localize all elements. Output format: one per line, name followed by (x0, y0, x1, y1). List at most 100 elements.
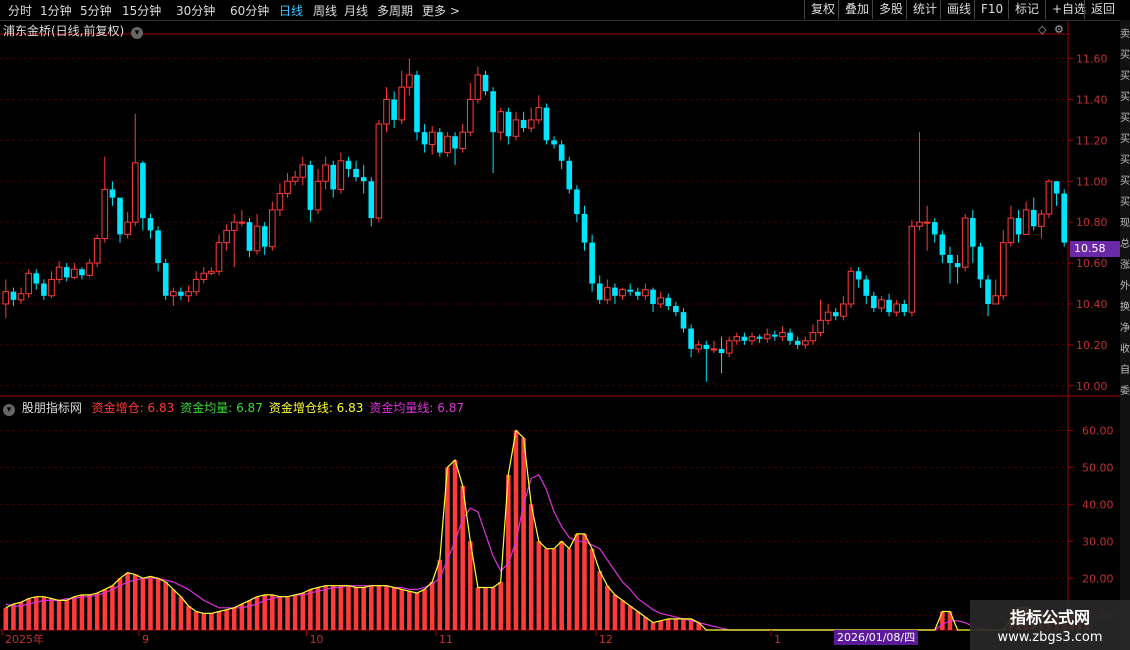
candle-body (871, 295, 877, 309)
fund-bar (216, 611, 222, 630)
indicator-tick-label: 60.00 (1082, 424, 1114, 437)
candle-body (551, 140, 557, 145)
period-tab-2[interactable]: 5分钟 (80, 2, 112, 19)
price-tick-label: 10.80 (1076, 216, 1108, 229)
fund-bar (353, 587, 359, 630)
toolbar-button-5[interactable]: F10 (974, 0, 1009, 19)
indicator-dropdown-icon[interactable]: ▾ (3, 404, 15, 416)
candle-body (916, 221, 923, 227)
period-tab-4[interactable]: 30分钟 (176, 2, 215, 19)
candle-body (650, 289, 656, 304)
candle-body (520, 119, 527, 129)
candle-body (992, 295, 999, 305)
candle-body (657, 297, 664, 305)
candle-body (86, 262, 93, 276)
fund-bar (3, 607, 9, 630)
candle-body (817, 319, 824, 334)
candle-body (497, 111, 505, 133)
period-tab-6[interactable]: 日线 (279, 2, 303, 19)
candle-body (931, 222, 938, 235)
period-tab-0[interactable]: 分时 (8, 2, 32, 19)
fund-bar (665, 618, 671, 630)
price-tick-label: 10.00 (1076, 380, 1108, 393)
fund-bar (49, 598, 54, 630)
toolbar-button-4[interactable]: 画线 (940, 0, 977, 19)
period-tab-7[interactable]: 周线 (313, 2, 337, 19)
fund-bar (178, 596, 184, 630)
toolbar-button-8[interactable]: 返回 (1084, 0, 1121, 19)
fund-bar (414, 593, 420, 630)
fund-bar (620, 600, 625, 630)
fund-bar (551, 548, 557, 630)
toolbar-button-1[interactable]: 叠加 (838, 0, 875, 19)
candle-body (353, 168, 359, 178)
candle-body (512, 119, 520, 137)
toolbar-button-3[interactable]: 统计 (906, 0, 943, 19)
candle-body (772, 334, 778, 337)
fund-bar (87, 594, 92, 630)
candle-body (855, 271, 862, 280)
candle-body (33, 273, 40, 284)
toolbar-button-0[interactable]: 复权 (804, 0, 841, 19)
fund-bar (376, 585, 382, 630)
candle-body (79, 269, 85, 276)
toolbar-button-2[interactable]: 多股 (872, 0, 909, 19)
period-tab-10[interactable]: 更多 > (422, 2, 460, 19)
candle-body (901, 303, 908, 313)
fund-bar (490, 587, 496, 630)
candle-body (200, 272, 208, 280)
candle-body (710, 348, 718, 351)
date-badge: 2026/01/08/四 (834, 630, 919, 645)
toolbar-button-6[interactable]: 标记 (1008, 0, 1045, 19)
fund-bar (475, 587, 481, 630)
fund-bar (270, 594, 275, 630)
period-tab-1[interactable]: 1分钟 (40, 2, 72, 19)
fund-bar (300, 593, 306, 630)
strip-label-5: 买 (1120, 134, 1130, 145)
candle-body (970, 218, 976, 247)
stock-title: 浦东金桥(日线,前复权) ▾ (3, 22, 144, 39)
fund-bar (11, 604, 16, 630)
fund-bar (681, 618, 686, 630)
candle-body (368, 181, 375, 219)
period-tab-8[interactable]: 月线 (344, 2, 368, 19)
fund-bar (460, 485, 465, 630)
strip-label-10: 总 (1120, 239, 1130, 250)
candle-body (391, 99, 397, 120)
strip-label-6: 买 (1120, 155, 1130, 166)
candle-body (360, 177, 367, 182)
fund-bar (186, 605, 191, 630)
current-price-badge: 10.58 (1070, 241, 1120, 257)
fund-bar (467, 541, 473, 630)
candle-body (589, 242, 595, 284)
fund-bar (231, 607, 237, 630)
candle-body (574, 189, 580, 214)
candle-body (269, 209, 276, 248)
period-tab-3[interactable]: 15分钟 (122, 2, 161, 19)
candle-body (459, 131, 466, 150)
fund-bar (323, 585, 328, 630)
dropdown-icon[interactable]: ▾ (131, 27, 144, 39)
price-tick-label: 11.20 (1076, 134, 1108, 147)
chart-canvas: 10.00 10.20 10.40 10.60 10.80 11.00 11.20 11.40… (0, 20, 1130, 650)
candle-body (437, 132, 443, 153)
right-info-strip: 卖买买买买买买买买现总涨外换净收自委 (1120, 20, 1130, 650)
fund-bar (102, 589, 108, 630)
fund-bar (369, 585, 374, 630)
fund-bar (254, 596, 260, 630)
period-tab-9[interactable]: 多周期 (377, 2, 413, 19)
candle-body (25, 272, 32, 295)
candle-body (1053, 181, 1060, 194)
fund-bar (277, 596, 283, 630)
fund-bar (140, 578, 146, 630)
candle-body (421, 132, 428, 145)
fund-bar (597, 570, 603, 630)
candle-body (604, 287, 611, 301)
candle-body (140, 162, 146, 219)
price-tick-label: 11.00 (1076, 175, 1108, 188)
period-tab-5[interactable]: 60分钟 (230, 2, 269, 19)
toolbar: 分时 1分钟 5分钟 15分钟 30分钟 60分钟 日线 周线 月线 多周期 更多 > 复权 叠加 多股统… (0, 0, 1130, 21)
candle-body (185, 291, 192, 297)
candle-body (124, 221, 131, 235)
strip-label-0: 卖 (1120, 29, 1130, 40)
